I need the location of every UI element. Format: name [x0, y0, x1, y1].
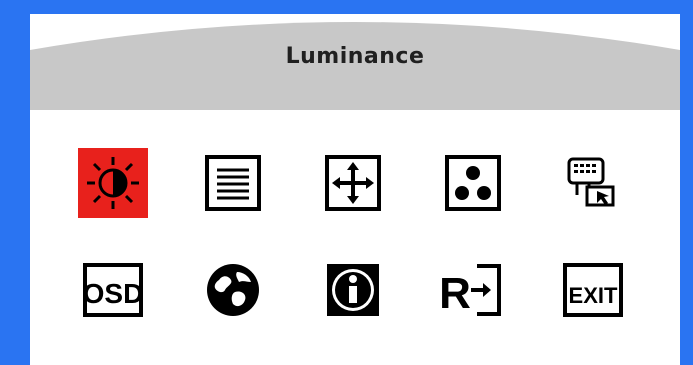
- exit-icon[interactable]: EXIT: [558, 255, 628, 325]
- color-icon[interactable]: [438, 148, 508, 218]
- position-icon[interactable]: [318, 148, 388, 218]
- information-icon[interactable]: [318, 255, 388, 325]
- osd-icon-grid: OSD R EXIT: [30, 110, 680, 365]
- luminance-icon[interactable]: [78, 148, 148, 218]
- input-select-icon[interactable]: [558, 148, 628, 218]
- image-setup-icon[interactable]: [198, 148, 268, 218]
- osd-icon-label: OSD: [83, 278, 144, 309]
- page-title: Luminance: [285, 44, 425, 69]
- osd-title-bar: Luminance: [30, 14, 680, 110]
- reset-icon[interactable]: R: [438, 255, 508, 325]
- osd-icon[interactable]: OSD: [78, 255, 148, 325]
- language-icon[interactable]: [198, 255, 268, 325]
- reset-icon-label: R: [441, 269, 471, 318]
- exit-icon-label: EXIT: [569, 283, 618, 308]
